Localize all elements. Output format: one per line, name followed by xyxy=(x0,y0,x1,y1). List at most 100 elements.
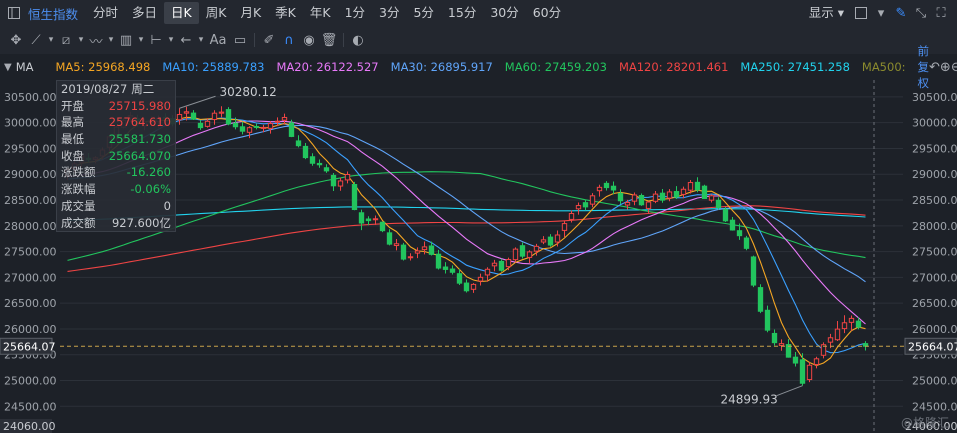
info-row: 成交量 0 xyxy=(57,198,175,215)
candle-body xyxy=(274,120,281,123)
index-title[interactable]: 恒生指数 xyxy=(24,4,86,23)
extreme-value-annotation: 30280.12 xyxy=(220,85,277,99)
candle-body xyxy=(176,114,183,121)
candle-body xyxy=(827,337,834,343)
fullscreen-icon[interactable]: ⛶ xyxy=(931,3,951,23)
candle-body xyxy=(232,122,239,128)
tab-9[interactable]: 5分 xyxy=(406,2,440,24)
candle-body xyxy=(183,111,190,114)
chevron-down-icon[interactable]: ▾ xyxy=(46,30,56,50)
toggle-icon[interactable]: ◐ xyxy=(348,30,368,50)
trendline-icon[interactable]: ⟋ xyxy=(26,30,46,50)
tab-10[interactable]: 15分 xyxy=(441,2,483,24)
display-menu[interactable]: 显示 ▾ xyxy=(802,2,851,24)
candle-body xyxy=(694,181,701,191)
ma-value-2: MA20: 26122.527 xyxy=(276,60,379,74)
chevron-down-icon[interactable]: ▾ xyxy=(136,30,146,50)
eraser-icon[interactable]: ✐ xyxy=(259,30,279,50)
display-label: 显示 xyxy=(808,5,834,20)
y-tick-label-right: 26000.00 xyxy=(912,323,957,336)
y-tick-label-right: 24500.00 xyxy=(912,400,957,413)
tab-5[interactable]: 季K xyxy=(268,2,303,24)
move-cursor-icon[interactable]: ✥ xyxy=(6,30,26,50)
candle-body xyxy=(197,122,204,129)
tab-7[interactable]: 1分 xyxy=(338,2,372,24)
candle-body xyxy=(253,125,260,128)
info-date: 2019/08/27 xyxy=(61,82,128,96)
ma10-line xyxy=(67,117,866,354)
info-row: 最高 25764.610 xyxy=(57,114,175,131)
y-min-label: 24060.00 xyxy=(3,420,56,433)
fibonacci-icon[interactable]: ▥ xyxy=(116,30,136,50)
ma-value-7: MA500: xyxy=(861,60,906,74)
candle-body xyxy=(428,245,435,255)
info-label: 开盘 xyxy=(61,98,84,113)
chevron-down-icon[interactable]: ▾ xyxy=(106,30,116,50)
candle-body xyxy=(372,218,379,221)
info-value: -16.260 xyxy=(126,165,171,180)
comment-icon[interactable]: ▭ xyxy=(230,30,250,50)
text-tool-icon[interactable]: Aa xyxy=(206,30,230,50)
tab-4[interactable]: 月K xyxy=(233,2,268,24)
candle-body xyxy=(337,180,344,187)
candle-body xyxy=(211,112,218,121)
sidebar-toggle-icon[interactable] xyxy=(4,3,24,23)
tab-6[interactable]: 年K xyxy=(303,2,338,24)
arrow-left-icon[interactable]: ← xyxy=(176,30,196,50)
ma-values: MA5: 25968.498 MA10: 25889.783 MA20: 26122… xyxy=(56,60,918,74)
candle-body xyxy=(526,251,533,258)
candle-body xyxy=(386,232,393,245)
chevron-down-icon[interactable]: ▾ xyxy=(196,30,206,50)
ma-value-5: MA120: 28201.461 xyxy=(618,60,729,74)
y-tick-label-left: 24500.00 xyxy=(4,400,57,413)
range-measure-icon[interactable]: ⊢ xyxy=(146,30,166,50)
pen-icon[interactable]: ✎ xyxy=(891,3,911,23)
tab-1[interactable]: 多日 xyxy=(125,2,164,24)
zoom-in-icon[interactable]: ⊕ xyxy=(940,57,951,77)
tab-11[interactable]: 30分 xyxy=(483,2,525,24)
undo-icon[interactable]: ↶ xyxy=(929,57,940,77)
info-label: 成交额 xyxy=(61,215,96,230)
tab-2[interactable]: 日K xyxy=(164,2,199,24)
scale-icon[interactable]: ⤡ xyxy=(911,3,931,23)
channel-icon[interactable]: ⧄ xyxy=(56,30,76,50)
dropdown-chevron-icon[interactable]: ▾ xyxy=(871,3,891,23)
chevron-down-icon[interactable]: ▾ xyxy=(166,30,176,50)
y-tick-label-right: 30000.00 xyxy=(912,117,957,130)
candle-body xyxy=(421,246,428,251)
tab-12[interactable]: 60分 xyxy=(526,2,568,24)
candle-body xyxy=(218,111,225,114)
candle-body xyxy=(400,244,407,260)
candle-body xyxy=(638,194,645,206)
candle-body xyxy=(561,223,568,231)
candle-body xyxy=(659,192,666,201)
candle-body xyxy=(533,245,540,252)
candle-body xyxy=(246,127,253,133)
candle-body xyxy=(666,191,673,199)
candle-body xyxy=(267,123,274,129)
eye-icon[interactable]: ◉ xyxy=(299,30,319,50)
info-value: 25664.070 xyxy=(108,148,171,163)
tab-8[interactable]: 3分 xyxy=(372,2,406,24)
candle-body xyxy=(190,112,197,120)
candle-body xyxy=(281,116,288,121)
candle-body xyxy=(729,219,736,231)
y-tick-label-right: 26500.00 xyxy=(912,297,957,310)
wave-icon[interactable]: 〰 xyxy=(86,30,106,50)
chevron-down-icon[interactable]: ▾ xyxy=(76,30,86,50)
candle-body xyxy=(617,192,624,202)
tab-0[interactable]: 分时 xyxy=(86,2,125,24)
candle-body xyxy=(379,221,386,232)
zoom-out-icon[interactable]: ⊖ xyxy=(951,57,957,77)
tab-3[interactable]: 周K xyxy=(199,2,234,24)
candle-body xyxy=(519,245,526,257)
candle-body xyxy=(750,256,757,286)
checkbox-icon[interactable] xyxy=(851,3,871,23)
collapse-chevron-icon[interactable]: ▼ xyxy=(4,57,12,77)
candle-body xyxy=(610,185,617,191)
info-value: 25764.610 xyxy=(108,115,171,130)
magnet-icon[interactable]: ∩ xyxy=(279,30,299,50)
trash-icon[interactable]: 🗑 xyxy=(319,30,339,50)
toolbar-divider xyxy=(343,33,344,47)
info-row: 收盘 25664.070 xyxy=(57,148,175,165)
